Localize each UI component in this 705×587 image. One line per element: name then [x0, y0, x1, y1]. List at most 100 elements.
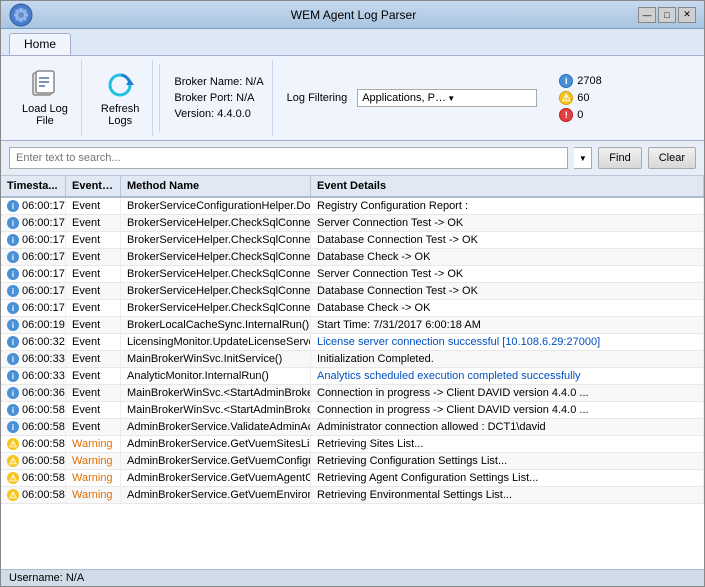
- cell-timestamp: i06:00:17: [1, 232, 66, 248]
- window-controls: — □ ✕: [638, 7, 696, 23]
- warn-stat-icon: ⚠: [559, 91, 573, 105]
- table-row[interactable]: i06:00:58EventAdminBrokerService.Validat…: [1, 419, 704, 436]
- col-header-timestamp: Timesta...: [1, 176, 66, 196]
- warn-stat-row: ⚠ 60: [559, 91, 601, 105]
- table-row[interactable]: ⚠06:00:58WarningAdminBrokerService.GetVu…: [1, 487, 704, 504]
- cell-detail: Database Check -> OK: [311, 300, 704, 316]
- tab-bar: Home: [1, 29, 704, 55]
- table-body[interactable]: i06:00:17EventBrokerServiceConfiguration…: [1, 198, 704, 569]
- cell-detail: Retrieving Agent Configuration Settings …: [311, 470, 704, 486]
- table-row[interactable]: i06:00:17EventBrokerServiceHelper.CheckS…: [1, 232, 704, 249]
- cell-method: AdminBrokerService.GetVuemAgentConfigura…: [121, 470, 311, 486]
- cell-method: BrokerServiceHelper.CheckSqlConnection(): [121, 232, 311, 248]
- status-text: Username: N/A: [9, 572, 84, 584]
- table-row[interactable]: ⚠06:00:58WarningAdminBrokerService.GetVu…: [1, 453, 704, 470]
- tab-home[interactable]: Home: [9, 33, 71, 55]
- cell-detail: Start Time: 7/31/2017 6:00:18 AM: [311, 317, 704, 333]
- table-row[interactable]: i06:00:17EventBrokerServiceHelper.CheckS…: [1, 249, 704, 266]
- table-row[interactable]: i06:00:17EventBrokerServiceHelper.CheckS…: [1, 283, 704, 300]
- cell-event: Event: [66, 283, 121, 299]
- cell-timestamp: i06:00:32: [1, 334, 66, 350]
- table-row[interactable]: ⚠06:00:58WarningAdminBrokerService.GetVu…: [1, 470, 704, 487]
- info-stat-row: i 2708: [559, 74, 601, 88]
- cell-detail: License server connection successful [10…: [311, 334, 704, 350]
- warn-row-icon: ⚠: [7, 438, 19, 450]
- cell-timestamp: i06:00:33: [1, 351, 66, 367]
- cell-event: Event: [66, 266, 121, 282]
- ribbon-filter-group: Log Filtering Applications, Printers, N.…: [279, 60, 546, 136]
- cell-timestamp: i06:00:17: [1, 283, 66, 299]
- table-row[interactable]: i06:00:19EventBrokerLocalCacheSync.Inter…: [1, 317, 704, 334]
- filter-value: Applications, Printers, N...: [362, 92, 447, 104]
- warn-row-icon: ⚠: [7, 472, 19, 484]
- cell-detail: Connection in progress -> Client DAVID v…: [311, 402, 704, 418]
- cell-event: Event: [66, 334, 121, 350]
- cell-timestamp: i06:00:17: [1, 300, 66, 316]
- table-row[interactable]: i06:00:33EventMainBrokerWinSvc.InitServi…: [1, 351, 704, 368]
- table-row[interactable]: i06:00:32EventLicensingMonitor.UpdateLic…: [1, 334, 704, 351]
- load-log-label: Load LogFile: [22, 103, 68, 127]
- version-label: Version: 4.4.0.0: [174, 108, 250, 120]
- ribbon-area: Home Load LogFile: [1, 29, 704, 141]
- minimize-button[interactable]: —: [638, 7, 656, 23]
- info-row-icon: i: [7, 404, 19, 416]
- error-stat-row: ! 0: [559, 108, 601, 122]
- table-row[interactable]: i06:00:17EventBrokerServiceHelper.CheckS…: [1, 300, 704, 317]
- find-button[interactable]: Find: [598, 147, 641, 169]
- filter-dropdown[interactable]: Applications, Printers, N... ▼: [357, 89, 537, 107]
- cell-timestamp: ⚠06:00:58: [1, 470, 66, 486]
- col-header-event: Event ...: [66, 176, 121, 196]
- cell-method: BrokerServiceHelper.CheckSqlConnection(): [121, 283, 311, 299]
- cell-method: MainBrokerWinSvc.<StartAdminBroker>b__3.…: [121, 385, 311, 401]
- table-row[interactable]: i06:00:17EventBrokerServiceHelper.CheckS…: [1, 266, 704, 283]
- cell-timestamp: ⚠06:00:58: [1, 487, 66, 503]
- cell-event: Warning: [66, 470, 121, 486]
- cell-timestamp: i06:00:33: [1, 368, 66, 384]
- table-row[interactable]: i06:00:36EventMainBrokerWinSvc.<StartAdm…: [1, 385, 704, 402]
- warn-row-icon: ⚠: [7, 455, 19, 467]
- search-dropdown-button[interactable]: ▼: [574, 147, 592, 169]
- cell-method: AdminBrokerService.GetVuemConfigurationS…: [121, 453, 311, 469]
- cell-detail: Database Connection Test -> OK: [311, 283, 704, 299]
- cell-detail: Server Connection Test -> OK: [311, 215, 704, 231]
- cell-timestamp: ⚠06:00:58: [1, 453, 66, 469]
- table-row[interactable]: i06:00:17EventBrokerServiceHelper.CheckS…: [1, 215, 704, 232]
- cell-event: Warning: [66, 453, 121, 469]
- search-input[interactable]: [9, 147, 568, 169]
- cell-event: Event: [66, 385, 121, 401]
- info-row-icon: i: [7, 251, 19, 263]
- cell-method: MainBrokerWinSvc.<StartAdminBroker>b__3.…: [121, 402, 311, 418]
- table-row[interactable]: ⚠06:00:58WarningAdminBrokerService.GetVu…: [1, 436, 704, 453]
- cell-detail: Retrieving Configuration Settings List..…: [311, 453, 704, 469]
- table-row[interactable]: i06:00:58EventMainBrokerWinSvc.<StartAdm…: [1, 402, 704, 419]
- cell-detail: Retrieving Environmental Settings List..…: [311, 487, 704, 503]
- info-row-icon: i: [7, 370, 19, 382]
- ribbon-content: Load LogFile RefreshLogs: [1, 55, 704, 140]
- cell-method: BrokerServiceHelper.CheckSqlConnection(): [121, 249, 311, 265]
- maximize-button[interactable]: □: [658, 7, 676, 23]
- load-log-button[interactable]: Load LogFile: [17, 64, 73, 132]
- cell-detail: Administrator connection allowed : DCT1\…: [311, 419, 704, 435]
- info-row-icon: i: [7, 353, 19, 365]
- cell-method: AdminBrokerService.ValidateAdminAccess(): [121, 419, 311, 435]
- clear-button[interactable]: Clear: [648, 147, 696, 169]
- cell-event: Event: [66, 419, 121, 435]
- close-button[interactable]: ✕: [678, 7, 696, 23]
- status-bar: Username: N/A: [1, 569, 704, 586]
- ribbon-divider-1: [159, 64, 160, 132]
- cell-timestamp: ⚠06:00:58: [1, 436, 66, 452]
- info-row-icon: i: [7, 387, 19, 399]
- cell-timestamp: i06:00:58: [1, 402, 66, 418]
- cell-timestamp: i06:00:36: [1, 385, 66, 401]
- cell-method: BrokerServiceConfigurationHelper.DoCfgRe…: [121, 198, 311, 214]
- refresh-logs-button[interactable]: RefreshLogs: [96, 64, 145, 132]
- error-stat-icon: !: [559, 108, 573, 122]
- filter-label: Log Filtering: [287, 92, 348, 104]
- cell-event: Event: [66, 215, 121, 231]
- cell-method: BrokerServiceHelper.CheckSqlConnection(): [121, 300, 311, 316]
- broker-port-label: Broker Port: N/A: [174, 92, 254, 104]
- cell-method: BrokerLocalCacheSync.InternalRun(): [121, 317, 311, 333]
- table-row[interactable]: i06:00:33EventAnalyticMonitor.InternalRu…: [1, 368, 704, 385]
- cell-detail: Database Check -> OK: [311, 249, 704, 265]
- table-row[interactable]: i06:00:17EventBrokerServiceConfiguration…: [1, 198, 704, 215]
